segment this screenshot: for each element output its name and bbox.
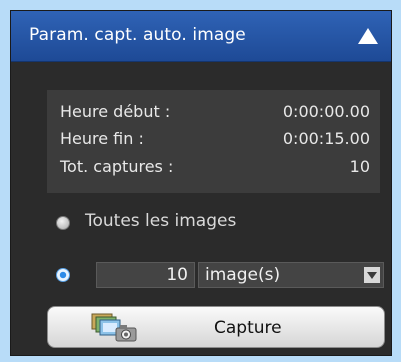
total-captures-label: Tot. captures :: [60, 157, 174, 176]
image-count-input[interactable]: 10: [96, 262, 195, 288]
total-captures-row: Tot. captures : 10: [60, 157, 370, 179]
image-count-radio[interactable]: [56, 268, 70, 282]
start-time-label: Heure début :: [60, 102, 171, 121]
triangle-up-icon[interactable]: [357, 27, 379, 45]
capture-settings-panel: Param. capt. auto. image Heure début : 0…: [10, 10, 392, 356]
total-captures-value: 10: [349, 157, 370, 176]
start-time-value: 0:00:00.00: [282, 102, 370, 121]
end-time-value: 0:00:15.00: [282, 129, 370, 148]
capture-button[interactable]: Capture: [47, 306, 385, 348]
panel-title: Param. capt. auto. image: [29, 25, 246, 45]
end-time-label: Heure fin :: [60, 129, 144, 148]
capture-info-box: Heure début : 0:00:00.00 Heure fin : 0:0…: [47, 90, 380, 193]
image-unit-dropdown[interactable]: image(s): [198, 262, 384, 288]
start-time-row: Heure début : 0:00:00.00: [60, 102, 370, 124]
all-images-radio[interactable]: [56, 216, 70, 230]
all-images-label: Toutes les images: [85, 211, 237, 231]
capture-images-icon: [91, 313, 137, 342]
image-unit-selected: image(s): [205, 265, 281, 285]
end-time-row: Heure fin : 0:00:15.00: [60, 129, 370, 151]
capture-button-label: Capture: [214, 318, 282, 338]
chevron-down-icon[interactable]: [364, 267, 380, 283]
panel-header[interactable]: Param. capt. auto. image: [11, 11, 391, 62]
